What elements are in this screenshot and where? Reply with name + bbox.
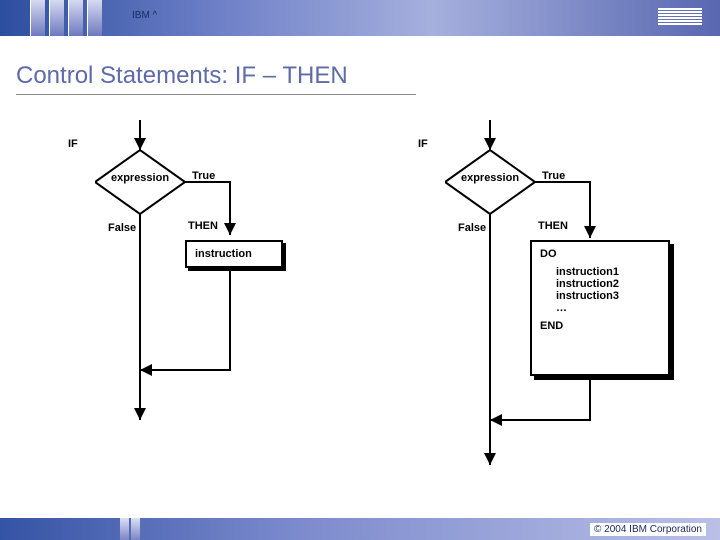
label-false-right: False [458, 222, 486, 234]
flowchart-container: IF expression True False THEN instructio… [30, 120, 690, 470]
footer-decor-stripes [120, 518, 142, 540]
label-then-left: THEN [188, 220, 218, 232]
instruction-left-text: instruction [195, 248, 252, 260]
flowchart-left: IF expression True False THEN instructio… [30, 120, 330, 450]
diamond-label-left: expression [95, 150, 185, 205]
label-if-right: IF [418, 138, 428, 150]
instruction-box-left: instruction [185, 240, 283, 268]
do-block-box: DO instruction1 instruction2 instruction… [530, 240, 670, 376]
label-if-left: IF [68, 138, 78, 150]
do-keyword: DO [540, 248, 660, 260]
footer-band: © 2004 IBM Corporation [0, 518, 720, 540]
instruction3: instruction3 [556, 290, 660, 302]
label-false-left: False [108, 222, 136, 234]
diamond-expression-left: expression [95, 150, 185, 205]
instruction-ellipsis: … [556, 302, 660, 314]
page-title: Control Statements: IF – THEN [16, 62, 348, 90]
instruction2: instruction2 [556, 278, 660, 290]
header-decor-stripes [30, 0, 125, 36]
diamond-expression-right: expression [445, 150, 535, 205]
label-true-left: True [192, 170, 215, 182]
brand-label: IBM ^ [132, 10, 157, 21]
flowchart-right: IF expression True False THEN DO instruc… [380, 120, 690, 470]
label-true-right: True [542, 170, 565, 182]
instruction1: instruction1 [556, 266, 660, 278]
header-band: IBM ^ [0, 0, 720, 36]
label-then-right: THEN [538, 220, 568, 232]
title-underline [16, 94, 416, 95]
end-keyword: END [540, 320, 660, 332]
diamond-label-right: expression [445, 150, 535, 205]
copyright-text: © 2004 IBM Corporation [590, 523, 706, 536]
ibm-logo-icon [658, 8, 702, 31]
